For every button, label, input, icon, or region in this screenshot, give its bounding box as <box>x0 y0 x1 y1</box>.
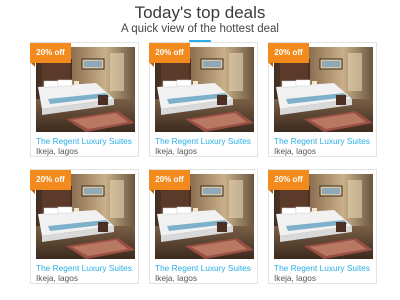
hotel-name-link[interactable]: The Regent Luxury Suites <box>274 263 378 273</box>
hotel-location: Ikeja, lagos <box>274 273 316 283</box>
deal-card[interactable]: 20% off The Regent Luxury Suites Ikeja, … <box>30 42 139 157</box>
badge-fold <box>31 63 35 67</box>
hotel-location: Ikeja, lagos <box>155 273 197 283</box>
discount-badge: 20% off <box>268 43 309 63</box>
discount-badge: 20% off <box>149 43 190 63</box>
discount-badge: 20% off <box>268 170 309 190</box>
badge-fold <box>150 190 154 194</box>
badge-fold <box>150 63 154 67</box>
deal-card[interactable]: 20% off The Regent Luxury Suites Ikeja, … <box>268 42 377 157</box>
deal-card[interactable]: 20% off The Regent Luxury Suites Ikeja, … <box>149 42 258 157</box>
hotel-name-link[interactable]: The Regent Luxury Suites <box>36 136 140 146</box>
section-header: Today's top deals A quick view of the ho… <box>0 0 400 43</box>
top-deals-page: Today's top deals A quick view of the ho… <box>0 0 400 300</box>
badge-fold <box>269 190 273 194</box>
discount-badge: 20% off <box>30 43 71 63</box>
hotel-name-link[interactable]: The Regent Luxury Suites <box>155 136 259 146</box>
hotel-name-link[interactable]: The Regent Luxury Suites <box>36 263 140 273</box>
hotel-location: Ikeja, lagos <box>274 146 316 156</box>
hotel-location: Ikeja, lagos <box>36 273 78 283</box>
hotel-name-link[interactable]: The Regent Luxury Suites <box>274 136 378 146</box>
hotel-location: Ikeja, lagos <box>36 146 78 156</box>
badge-fold <box>269 63 273 67</box>
hotel-location: Ikeja, lagos <box>155 146 197 156</box>
discount-badge: 20% off <box>149 170 190 190</box>
deal-card[interactable]: 20% off The Regent Luxury Suites Ikeja, … <box>268 169 377 284</box>
hotel-name-link[interactable]: The Regent Luxury Suites <box>155 263 259 273</box>
discount-badge: 20% off <box>30 170 71 190</box>
deal-card[interactable]: 20% off The Regent Luxury Suites Ikeja, … <box>149 169 258 284</box>
section-title: Today's top deals <box>134 3 266 22</box>
badge-fold <box>31 190 35 194</box>
deal-card[interactable]: 20% off The Regent Luxury Suites Ikeja, … <box>30 169 139 284</box>
section-subtitle: A quick view of the hottest deal <box>121 23 279 35</box>
